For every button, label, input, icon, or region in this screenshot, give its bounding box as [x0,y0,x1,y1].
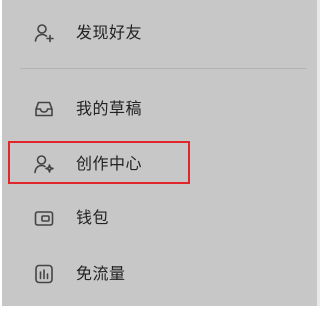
menu-item-label: 我的草稿 [76,99,143,118]
highlight-box [8,141,190,184]
menu-item-drafts[interactable]: 我的草稿 [0,88,320,128]
menu-divider [20,68,306,69]
menu-item-data-saver[interactable]: 免流量 [0,253,320,293]
wallet-icon [33,207,55,229]
drafts-icon [33,98,55,120]
menu-item-label: 发现好友 [76,23,143,42]
data-saver-icon [33,263,55,285]
add-friend-icon [33,22,55,44]
menu-item-wallet[interactable]: 钱包 [0,197,320,237]
menu-item-label: 钱包 [76,208,110,227]
menu-item-label: 免流量 [76,264,126,283]
menu-item-find-friends[interactable]: 发现好友 [0,12,320,52]
